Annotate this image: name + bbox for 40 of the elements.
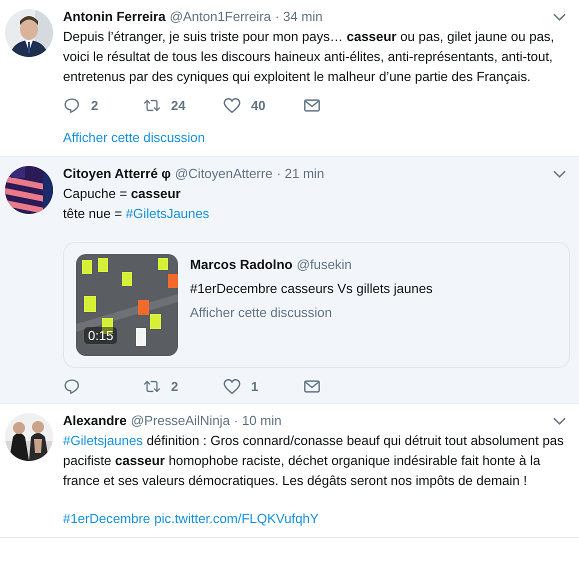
reply-icon[interactable] (63, 378, 81, 395)
hashtag-link[interactable]: #GiletsJaunes (126, 206, 210, 221)
timestamp[interactable]: · 10 min (234, 411, 282, 431)
like-count: 1 (251, 379, 258, 394)
reply-icon[interactable] (63, 97, 81, 114)
timestamp[interactable]: · 34 min (274, 7, 323, 27)
heart-icon[interactable] (223, 378, 241, 395)
retweet-count: 24 (171, 98, 186, 113)
hashtag-link[interactable]: #1erDecembre (63, 511, 150, 526)
chevron-down-icon[interactable] (553, 170, 566, 178)
user-handle[interactable]: @PresseAilNinja (130, 411, 230, 431)
user-handle[interactable]: @CitoyenAtterre (174, 164, 273, 184)
user-handle[interactable]: @Anton1Ferreira (170, 7, 271, 27)
envelope-icon[interactable] (303, 378, 321, 395)
show-thread-link[interactable]: Afficher cette discussion (190, 303, 433, 323)
show-thread-link[interactable]: Afficher cette discussion (63, 128, 570, 148)
retweet-icon[interactable] (143, 378, 161, 395)
reply-count: 2 (91, 98, 98, 113)
like-count: 40 (251, 98, 266, 113)
chevron-down-icon[interactable] (553, 417, 566, 425)
quoted-tweet[interactable]: 0:15 Marcos Radolno @fusekin #1erDecembre casseurs Vs gillets jaunes Afficher cette discussion (63, 242, 570, 368)
user-name[interactable]: Citoyen Atterré φ (63, 164, 171, 184)
retweet-count: 2 (171, 379, 178, 394)
tweet-text: tête nue = #GiletsJaunes (63, 205, 210, 223)
tweet-text: Capuche = casseur (63, 185, 182, 203)
hashtag-link[interactable]: pic.twitter.com/FLQKVufqhY (154, 511, 319, 526)
chevron-down-icon[interactable] (553, 13, 566, 21)
retweet-icon[interactable] (143, 97, 161, 114)
heart-icon[interactable] (223, 97, 241, 114)
tweet-text: #1erDecembre casseurs Vs gillets jaunes (190, 280, 433, 298)
tweet-text: Depuis l’étranger, je suis triste pour mon pays… casseur ou pas, gilet jaune ou pas, voici le résultat de tous les discours haineux anti-élites, anti-représentants, anti-tout, entretenus par des cyniques qui exploitent le malheur d’une partie des Français. (63, 28, 556, 86)
video-duration: 0:15 (84, 327, 118, 344)
user-name[interactable]: Alexandre (63, 411, 127, 431)
envelope-icon[interactable] (303, 97, 321, 114)
user-name: Marcos Radolno (190, 256, 293, 274)
user-name[interactable]: Antonin Ferreira (63, 7, 166, 27)
tweet-text: #Giletsjaunes définition : Gros connard/conasse beauf qui détruit tout absolument pas pacifiste casseur homophobe raciste, déchet organique indésirable fait honte à la france et ses valeurs démocratiques. Les dégâts seront nos impôts de demain ! (63, 432, 565, 490)
timestamp[interactable]: · 21 min (276, 164, 324, 184)
user-handle: @fusekin (296, 256, 352, 274)
hashtag-link[interactable]: #Giletsjaunes (63, 433, 143, 448)
